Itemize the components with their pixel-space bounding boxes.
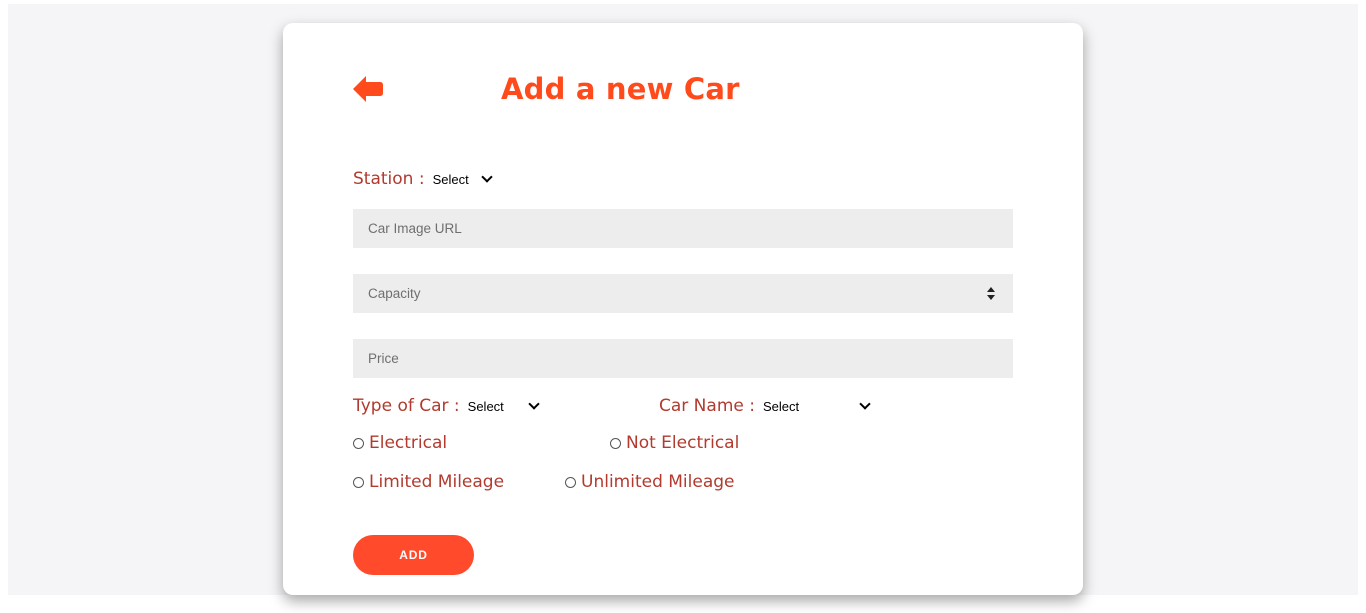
unlimited-mileage-label: Unlimited Mileage	[581, 472, 735, 492]
type-of-car-row: Type of Car : Select	[353, 396, 540, 416]
radio-circle-icon[interactable]	[353, 437, 364, 449]
arrow-left-icon[interactable]	[353, 75, 385, 103]
limited-mileage-radio[interactable]: Limited Mileage	[353, 472, 504, 492]
chevron-down-icon	[481, 171, 493, 183]
station-label: Station :	[353, 169, 425, 189]
page-title: Add a new Car	[501, 72, 740, 106]
electrical-radio[interactable]: Electrical	[353, 433, 447, 453]
price-input[interactable]: Price	[353, 339, 1013, 378]
add-button[interactable]: ADD	[353, 535, 474, 575]
spinner-arrows-icon[interactable]	[987, 287, 995, 300]
car-image-url-placeholder: Car Image URL	[368, 221, 462, 236]
car-name-select[interactable]: Select	[762, 398, 871, 414]
car-name-select-value: Select	[762, 398, 800, 414]
station-row: Station : Select	[353, 169, 493, 189]
electrical-label: Electrical	[369, 433, 448, 453]
limited-mileage-label: Limited Mileage	[369, 472, 505, 492]
car-image-url-input[interactable]: Car Image URL	[353, 209, 1013, 248]
capacity-input[interactable]: Capacity	[353, 274, 1013, 313]
radio-circle-icon[interactable]	[565, 476, 576, 488]
car-name-label: Car Name :	[659, 396, 755, 416]
radio-circle-icon[interactable]	[353, 476, 364, 488]
car-name-row: Car Name : Select	[659, 396, 871, 416]
not-electrical-label: Not Electrical	[626, 433, 740, 453]
add-car-card: Add a new Car Station : Select Car Image…	[283, 23, 1083, 595]
type-of-car-label: Type of Car :	[353, 396, 460, 416]
chevron-down-icon	[859, 398, 871, 410]
capacity-placeholder: Capacity	[368, 286, 421, 301]
type-of-car-select[interactable]: Select	[467, 398, 540, 414]
chevron-down-icon	[528, 398, 540, 410]
station-select[interactable]: Select	[432, 171, 493, 187]
price-placeholder: Price	[368, 351, 399, 366]
radio-circle-icon[interactable]	[610, 437, 621, 449]
not-electrical-radio[interactable]: Not Electrical	[610, 433, 739, 453]
station-select-value: Select	[432, 171, 469, 187]
type-of-car-select-value: Select	[467, 398, 504, 414]
unlimited-mileage-radio[interactable]: Unlimited Mileage	[565, 472, 735, 492]
